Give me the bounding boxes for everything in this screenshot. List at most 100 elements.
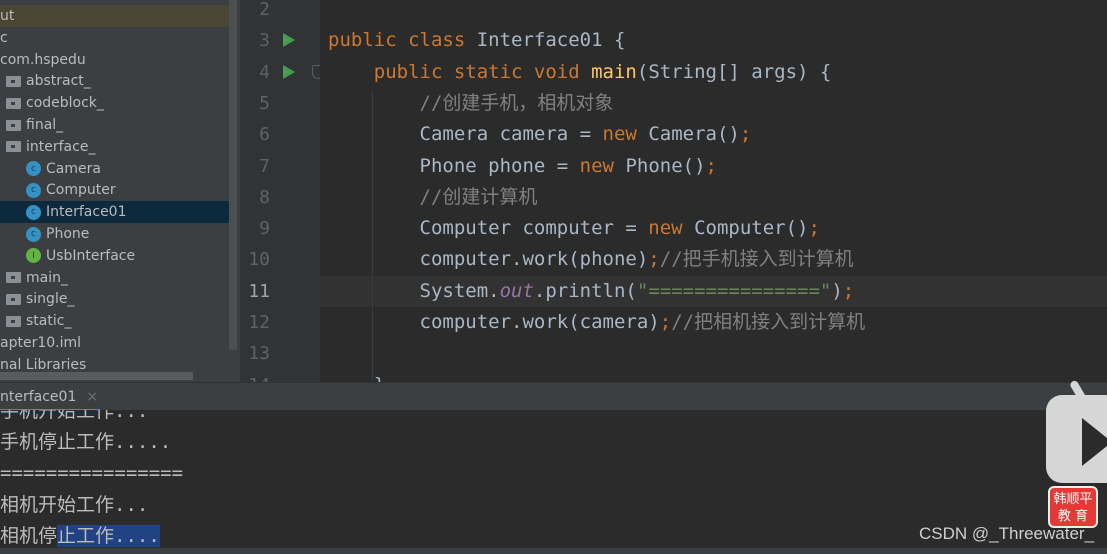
code-token: public static void (373, 60, 592, 83)
tree-item[interactable]: codeblock_ (0, 92, 232, 114)
code-token: System. (328, 279, 500, 302)
tree-item-label: main_ (26, 269, 68, 286)
tree-item[interactable]: interface_ (0, 136, 232, 158)
code-token: new (648, 217, 695, 240)
tree-item[interactable]: c Camera (0, 158, 232, 180)
console-line: 相机停止工作.... (0, 521, 160, 548)
console-text: 手机开始工作... (0, 410, 149, 422)
line-number: 4 (259, 61, 270, 83)
tree-item-label: com.hspedu (0, 51, 86, 68)
code-line: //创建计算机 (328, 182, 538, 213)
tree-item-label: Interface01 (46, 204, 127, 221)
tree-item-label: apter10.iml (0, 335, 82, 351)
code-token: public class (328, 29, 477, 52)
project-tree-vertical-scrollbar[interactable] (229, 0, 237, 350)
code-token: Camera() (648, 123, 740, 146)
line-number: 11 (248, 280, 270, 302)
tree-item-label: c (0, 29, 8, 46)
folder-icon (6, 119, 21, 131)
tree-item[interactable]: c Computer (0, 179, 232, 201)
console-text: 相机开始工作... (0, 493, 149, 516)
run-tab-label: nterface01 (0, 389, 77, 405)
console-text: 手机停止工作..... (0, 431, 172, 454)
tree-item[interactable]: com.hspedu (0, 49, 232, 71)
code-line: public static void main(String[] args) { (328, 57, 832, 88)
tree-item[interactable]: static_ (0, 310, 232, 332)
console-line: ================ (0, 458, 183, 488)
code-line: public class Interface01 { (328, 25, 625, 56)
selected-text: 止工作.... (57, 524, 160, 547)
line-number: 9 (259, 218, 270, 240)
folder-icon (6, 75, 21, 87)
code-line: System.out.println("==============="); (328, 276, 855, 307)
tree-item[interactable]: c (0, 27, 232, 49)
tree-item-label: ut (0, 8, 15, 24)
line-number: 7 (259, 155, 270, 177)
tree-item[interactable]: main_ (0, 267, 232, 289)
class-icon: c (26, 182, 41, 198)
code-token: computer.work(phone) (328, 248, 649, 271)
run-gutter-icon[interactable] (283, 64, 295, 79)
code-token: Phone() (625, 154, 706, 177)
tree-item[interactable]: c Phone (0, 223, 232, 245)
code-token: ; (659, 311, 672, 333)
code-token: ; (842, 279, 855, 302)
line-number: 12 (248, 312, 270, 333)
tree-item-label: interface_ (26, 138, 96, 155)
tree-item[interactable]: c Interface01 (0, 201, 232, 224)
project-tree-horizontal-scrollbar[interactable] (0, 372, 193, 380)
class-icon: c (26, 226, 41, 242)
folder-icon (6, 141, 21, 153)
folder-icon (6, 97, 21, 109)
project-tree: ut c com.hspedu abstract_ codeblock_ final_in… (0, 0, 240, 382)
folder-icon (6, 272, 21, 284)
code-token: //创建手机，相机对象 (419, 91, 614, 114)
code-line: Camera camera = new Camera(); (328, 119, 752, 150)
code-token: //创建计算机 (419, 185, 538, 208)
console-text: ================ (0, 462, 184, 485)
play-logo-icon (1082, 418, 1107, 466)
code-token: (String[] args) { (636, 60, 832, 83)
code-line: computer.work(camera);//把相机接入到计算机 (328, 307, 866, 338)
logo-badge-line-2: 教 育 (1057, 509, 1089, 524)
tree-item-label: nal Libraries (0, 356, 87, 373)
close-icon[interactable]: × (86, 389, 98, 405)
code-editor[interactable]: public class Interface01 { public static… (320, 0, 1107, 382)
code-token: main (591, 60, 637, 83)
tree-item-label: UsbInterface (46, 247, 136, 264)
code-token: ) (831, 279, 843, 302)
console-text: 相机停 (0, 524, 58, 547)
tree-item[interactable]: ut (0, 5, 232, 27)
class-icon: c (26, 204, 41, 220)
code-line: //创建手机，相机对象 (328, 88, 614, 119)
tree-item[interactable]: final_ (0, 114, 232, 136)
console-line: 手机停止工作..... (0, 427, 171, 457)
line-number: 3 (259, 30, 270, 52)
line-number: 6 (259, 124, 270, 146)
tree-item-label: abstract_ (26, 73, 91, 90)
code-token: Interface01 { (476, 29, 626, 52)
run-gutter-icon[interactable] (283, 33, 295, 48)
tree-item-label: final_ (26, 117, 64, 133)
tree-item[interactable]: abstract_ (0, 70, 232, 92)
code-token: ; (808, 217, 820, 240)
tree-item[interactable]: I UsbInterface (0, 245, 232, 267)
code-token: computer.work(camera) (328, 311, 660, 333)
code-token: //把相机接入到计算机 (671, 311, 866, 333)
line-number: 2 (259, 0, 270, 20)
logo-badge-line-1: 韩顺平 (1053, 492, 1093, 507)
interface-icon: I (26, 248, 41, 264)
tree-item[interactable]: apter10.iml (0, 332, 232, 354)
tree-item[interactable]: single_ (0, 288, 232, 310)
status-bar (0, 548, 1107, 554)
code-token: out (499, 279, 534, 302)
code-token: .println( (533, 279, 637, 302)
code-token: Camera camera = (328, 123, 603, 146)
line-number: 13 (248, 343, 270, 365)
tree-item-label: Camera (46, 160, 101, 177)
watermark: CSDN @_Threewater_ (919, 524, 1095, 543)
console-line: 相机开始工作... (0, 490, 148, 520)
run-tab-interface01[interactable]: nterface01 × (0, 383, 98, 411)
